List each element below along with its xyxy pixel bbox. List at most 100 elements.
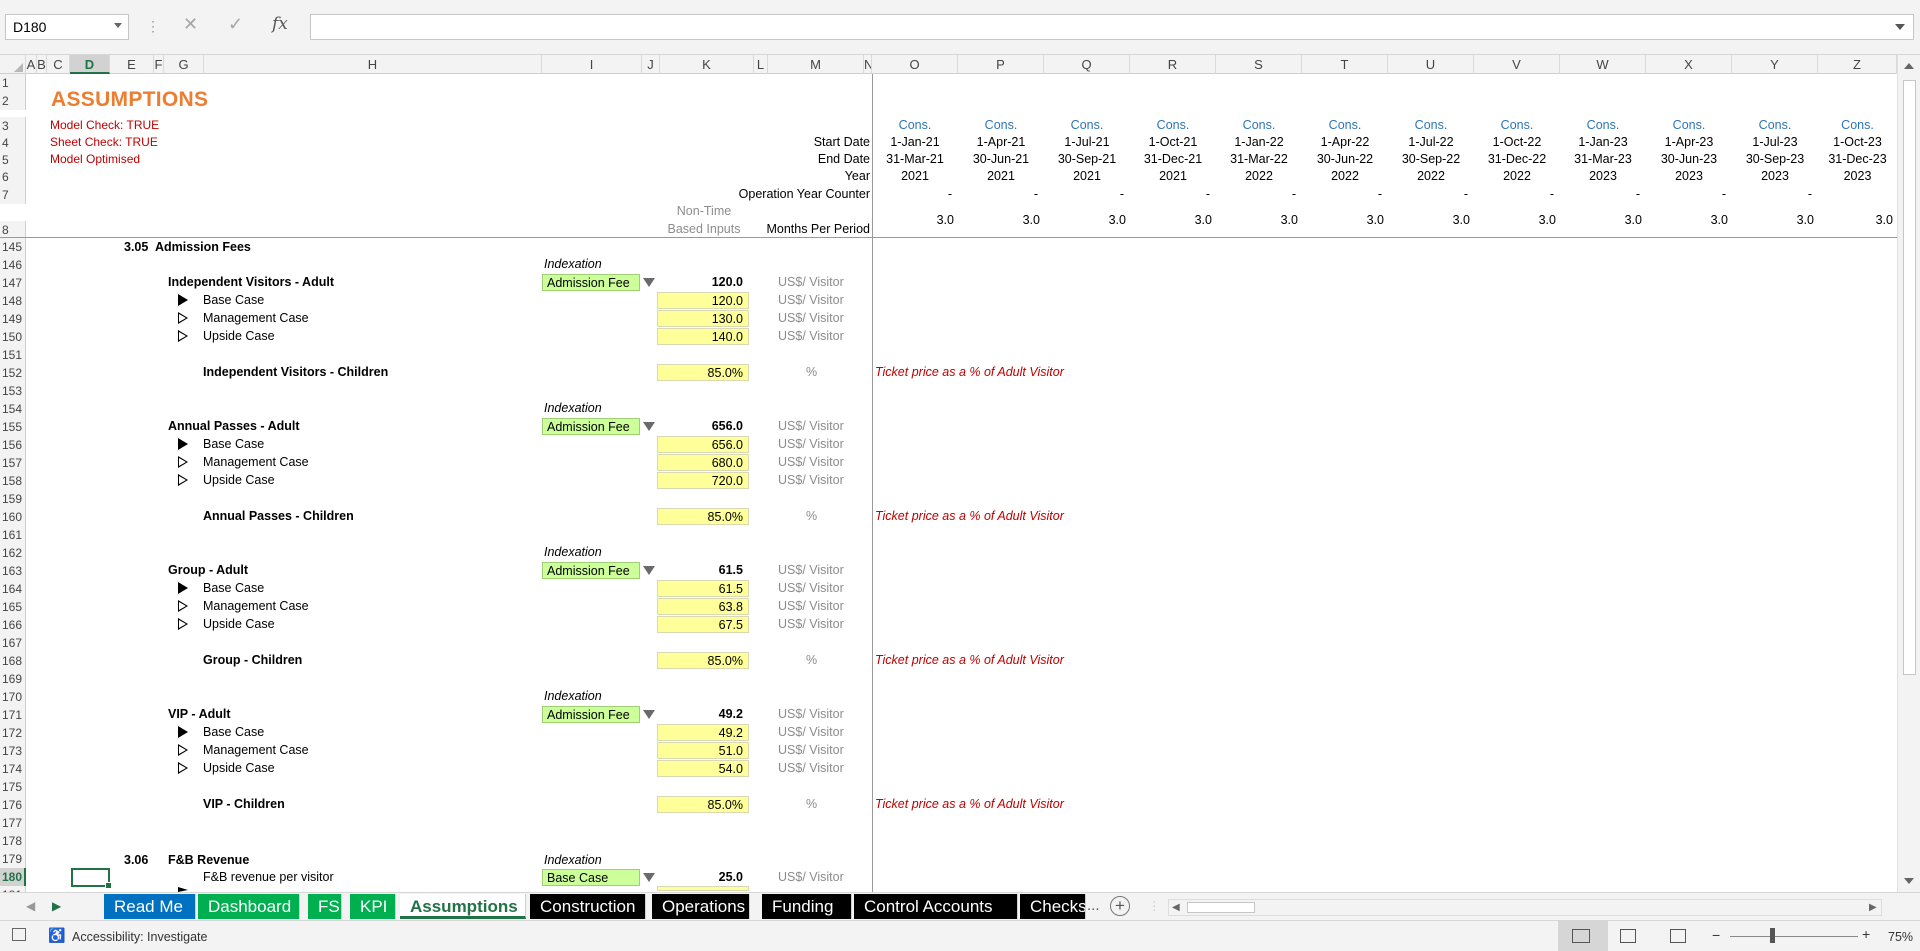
accessibility-icon[interactable]: ♿ (48, 927, 65, 943)
row-header[interactable]: 164 (0, 580, 26, 598)
zoom-slider[interactable] (1730, 936, 1858, 937)
page-layout-icon[interactable] (1620, 929, 1636, 943)
column-header-q[interactable]: Q (1044, 55, 1130, 74)
tab-scroll-left-icon[interactable]: ◀ (26, 899, 35, 913)
column-header-a[interactable]: A (26, 55, 37, 74)
cancel-icon[interactable]: ✕ (183, 14, 198, 35)
more-tabs-button[interactable]: ... (1087, 898, 1100, 914)
sheet-tab-operations[interactable]: Operations (652, 894, 750, 919)
row-header[interactable]: 3 (0, 117, 26, 135)
column-header-i[interactable]: I (542, 55, 642, 74)
dropdown-arrow-icon[interactable] (643, 710, 655, 719)
scroll-left-icon[interactable]: ◀ (1172, 900, 1180, 916)
row-header[interactable]: 6 (0, 168, 26, 186)
column-header-u[interactable]: U (1388, 55, 1474, 74)
row-header[interactable]: 147 (0, 274, 26, 292)
zoom-in-icon[interactable]: + (1862, 926, 1870, 942)
case-input-cell[interactable]: 54.0 (657, 760, 749, 777)
case-input-cell[interactable]: 120.0 (657, 292, 749, 309)
indexation-dropdown[interactable]: Admission Fee (542, 274, 640, 291)
selected-fee-value[interactable]: 120.0 (660, 274, 743, 290)
row-header[interactable]: 166 (0, 616, 26, 634)
scroll-right-icon[interactable]: ▶ (1869, 900, 1877, 916)
insert-function-icon[interactable]: fx (272, 14, 288, 34)
row-header[interactable]: 149 (0, 310, 26, 328)
horizontal-scrollbar[interactable]: ◀ ▶ (1168, 899, 1882, 916)
column-header-t[interactable]: T (1302, 55, 1388, 74)
case-input-cell[interactable]: 49.2 (657, 724, 749, 741)
column-header-g[interactable]: G (164, 55, 204, 74)
column-header-l[interactable]: L (754, 55, 768, 74)
column-header-d[interactable]: D (70, 55, 110, 74)
column-header-v[interactable]: V (1474, 55, 1560, 74)
row-header[interactable]: 148 (0, 292, 26, 310)
case-input-cell[interactable]: 63.8 (657, 598, 749, 615)
indexation-dropdown[interactable]: Admission Fee (542, 418, 640, 435)
row-header[interactable]: 146 (0, 256, 26, 274)
row-header[interactable]: 161 (0, 526, 26, 544)
case-input-cell[interactable]: 130.0 (657, 310, 749, 327)
case-input-cell[interactable]: 51.0 (657, 742, 749, 759)
row-header[interactable]: 152 (0, 364, 26, 382)
column-header-s[interactable]: S (1216, 55, 1302, 74)
zoom-out-icon[interactable]: − (1712, 927, 1720, 943)
column-header-x[interactable]: X (1646, 55, 1732, 74)
column-header-p[interactable]: P (958, 55, 1044, 74)
indexation-dropdown[interactable]: Admission Fee (542, 562, 640, 579)
horizontal-scroll-thumb[interactable] (1187, 902, 1255, 913)
row-header[interactable]: 156 (0, 436, 26, 454)
indexation-dropdown[interactable]: Admission Fee (542, 706, 640, 723)
sheet-tab-kpi[interactable]: KPI (350, 894, 396, 919)
chevron-down-icon[interactable] (114, 23, 122, 28)
row-header[interactable]: 165 (0, 598, 26, 616)
input-cell-partial[interactable] (657, 886, 749, 891)
case-input-cell[interactable]: 61.5 (657, 580, 749, 597)
row-header[interactable]: 4 (0, 134, 26, 152)
zoom-level[interactable]: 75% (1888, 929, 1913, 945)
row-header[interactable]: 175 (0, 778, 26, 796)
dropdown-arrow-icon[interactable] (643, 873, 655, 882)
column-header-o[interactable]: O (872, 55, 958, 74)
row-header[interactable]: 180 (0, 868, 26, 886)
row-header[interactable]: 5 (0, 151, 26, 169)
enter-check-icon[interactable]: ✓ (228, 14, 243, 35)
column-header-c[interactable]: C (47, 55, 70, 74)
select-all-button[interactable] (0, 55, 26, 74)
row-header[interactable]: 174 (0, 760, 26, 778)
row-header[interactable]: 160 (0, 508, 26, 526)
active-cell-selection[interactable] (71, 868, 112, 889)
tab-split-grip-icon[interactable]: ⋮ (1148, 898, 1161, 914)
case-input-cell[interactable]: 67.5 (657, 616, 749, 633)
new-sheet-icon[interactable]: + (1110, 896, 1130, 916)
dropdown-arrow-icon[interactable] (643, 422, 655, 431)
row-header[interactable]: 7 (0, 186, 26, 204)
name-box[interactable]: D180 (5, 14, 129, 40)
case-input-cell[interactable]: 656.0 (657, 436, 749, 453)
case-input-cell[interactable]: 140.0 (657, 328, 749, 345)
sheet-tab-fs[interactable]: FS (308, 894, 342, 919)
row-header[interactable]: 169 (0, 670, 26, 688)
formula-input[interactable] (310, 14, 1914, 40)
selected-fee-value[interactable]: 61.5 (660, 562, 743, 578)
row-header[interactable]: 154 (0, 400, 26, 418)
fb-index-dropdown[interactable]: Base Case (542, 869, 640, 886)
row-header[interactable]: 162 (0, 544, 26, 562)
expand-formula-icon[interactable] (1895, 24, 1905, 30)
row-header[interactable]: 172 (0, 724, 26, 742)
column-header-k[interactable]: K (660, 55, 754, 74)
column-header-n[interactable]: N (864, 55, 872, 74)
fb-revenue-value[interactable]: 25.0 (660, 869, 743, 885)
scroll-down-icon[interactable] (1904, 878, 1914, 884)
selected-fee-value[interactable]: 49.2 (660, 706, 743, 722)
column-header-b[interactable]: B (37, 55, 47, 74)
row-header[interactable]: 173 (0, 742, 26, 760)
row-header[interactable]: 176 (0, 796, 26, 814)
child-pct-input[interactable]: 85.0% (657, 652, 749, 669)
row-header[interactable]: 179 (0, 850, 26, 868)
column-header-j[interactable]: J (642, 55, 660, 74)
vertical-scrollbar[interactable] (1897, 55, 1920, 892)
child-pct-input[interactable]: 85.0% (657, 508, 749, 525)
row-header[interactable]: 178 (0, 832, 26, 850)
column-header-e[interactable]: E (110, 55, 154, 74)
row-header[interactable]: 159 (0, 490, 26, 508)
